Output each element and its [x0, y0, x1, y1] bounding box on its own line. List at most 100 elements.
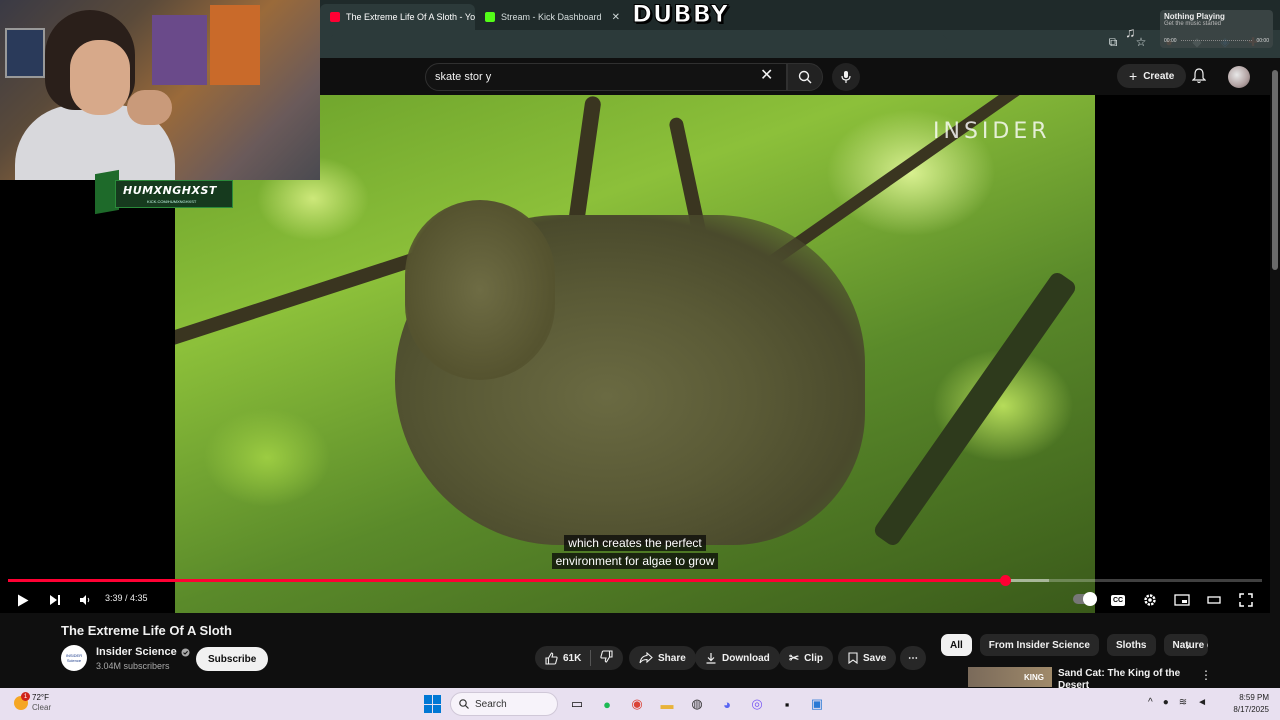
notifications-button[interactable]: [1191, 68, 1207, 89]
volume-icon: [80, 595, 90, 605]
chrome-icon[interactable]: ◉: [626, 693, 648, 715]
search-query: skate stor y: [435, 71, 492, 83]
caption-line-2: environment for algae to grow: [551, 553, 719, 569]
clock-time: 8:59 PM: [1239, 693, 1269, 702]
cast-icon[interactable]: ⧉: [1106, 35, 1120, 49]
taskbar-clock[interactable]: 8:59 PM 8/17/2025: [1225, 692, 1269, 716]
microphone-icon[interactable]: ●: [1163, 697, 1169, 708]
wifi-icon[interactable]: ≋: [1179, 697, 1187, 708]
scrollbar-thumb[interactable]: [1272, 70, 1278, 270]
now-playing-title: Nothing Playing: [1164, 12, 1225, 21]
wall-poster: [210, 5, 260, 85]
overlay-title: DUBBY: [631, 0, 730, 29]
next-button[interactable]: [44, 589, 66, 611]
dislike-button[interactable]: [600, 650, 613, 666]
discord-icon[interactable]: ◕: [716, 693, 738, 715]
scissors-icon: ✂: [789, 651, 800, 665]
play-button[interactable]: [12, 589, 34, 611]
bell-icon: [1191, 68, 1207, 84]
like-button[interactable]: 61K: [545, 651, 582, 665]
share-label: Share: [658, 652, 686, 664]
file-explorer-icon[interactable]: ▬: [656, 693, 678, 715]
page-scrollbar[interactable]: [1270, 58, 1280, 688]
volume-button[interactable]: [74, 589, 96, 611]
taskbar-search[interactable]: Search: [450, 692, 558, 716]
video-title: The Extreme Life Of A Sloth: [61, 623, 232, 638]
clip-button[interactable]: ✂ Clip: [779, 646, 833, 670]
close-icon[interactable]: ✕: [612, 12, 620, 23]
insider-watermark: INSIDER: [933, 119, 1051, 144]
streamer-hand: [127, 90, 172, 125]
plus-icon: +: [1129, 68, 1138, 84]
chip-sloths[interactable]: Sloths: [1106, 634, 1156, 656]
search-button[interactable]: [787, 63, 823, 91]
weather-widget[interactable]: 1 72°F Clear: [14, 692, 51, 713]
taskbar-apps: Search ▭ ● ◉ ▬ ◍ ◕ ◎ ▪ ▣: [424, 692, 828, 716]
account-avatar[interactable]: [1228, 66, 1250, 88]
gear-icon: [1144, 594, 1156, 606]
download-button[interactable]: Download: [695, 646, 780, 670]
chip-from-insider-science[interactable]: From Insider Science: [979, 634, 1099, 656]
recommendation-title[interactable]: Sand Cat: The King of the Desert: [1058, 668, 1188, 688]
create-button[interactable]: + Create: [1117, 64, 1187, 88]
save-button[interactable]: Save: [838, 646, 897, 670]
more-vertical-icon[interactable]: ⋮: [1200, 668, 1212, 682]
channel-avatar[interactable]: INSIDER Science: [61, 645, 87, 671]
weather-text: 72°F Clear: [32, 693, 51, 713]
now-playing-widget: ♫ Nothing Playing Get the music started …: [1125, 10, 1273, 48]
create-label: Create: [1143, 70, 1175, 82]
chevron-up-icon[interactable]: ^: [1148, 697, 1153, 708]
chip-all[interactable]: All: [941, 634, 972, 656]
tab-label: Stream - Kick Dashboard: [501, 12, 602, 22]
youtube-favicon-icon: [330, 12, 340, 22]
chevron-right-icon[interactable]: ›: [1186, 639, 1190, 653]
fullscreen-icon: [1239, 593, 1253, 607]
terminal-icon[interactable]: ▪: [776, 693, 798, 715]
tab-youtube[interactable]: The Extreme Life Of A Sloth - YouTube ✕: [320, 4, 475, 30]
more-horizontal-icon: ⋯: [908, 652, 918, 664]
photos-icon[interactable]: ▣: [806, 693, 828, 715]
miniplayer-button[interactable]: [1171, 589, 1193, 611]
settings-button[interactable]: [1139, 589, 1161, 611]
now-playing-start: 00:00: [1164, 38, 1177, 44]
subtitles-button[interactable]: CC: [1107, 589, 1129, 611]
obs-icon[interactable]: ◎: [746, 693, 768, 715]
windows-taskbar: 1 72°F Clear Search ▭ ● ◉ ▬ ◍ ◕ ◎ ▪ ▣ ^ …: [0, 688, 1280, 720]
windows-start-icon[interactable]: [424, 695, 442, 713]
save-label: Save: [863, 652, 887, 664]
streamer-figure: [15, 10, 175, 180]
search-input[interactable]: skate stor y: [425, 63, 787, 91]
progress-played: [8, 579, 1005, 582]
system-tray: ^ ● ≋ ◄: [1148, 697, 1207, 708]
streamer-name: HUMXNGHXST: [123, 184, 217, 197]
clear-search-icon[interactable]: ✕: [760, 67, 773, 85]
subscriber-count: 3.04M subscribers: [96, 661, 170, 671]
voice-search-button[interactable]: [832, 63, 860, 91]
recommendation-thumbnail[interactable]: KING: [968, 667, 1052, 687]
tab-label: The Extreme Life Of A Sloth - YouTube: [346, 12, 475, 22]
video-caption: which creates the perfect environment fo…: [175, 534, 1095, 570]
now-playing-progress: 00:00 00:00: [1164, 38, 1269, 44]
speaker-icon[interactable]: ◄: [1197, 697, 1207, 708]
search-icon: [798, 70, 812, 84]
now-playing-end: 00:00: [1256, 38, 1269, 44]
download-icon: [706, 653, 716, 664]
theater-mode-button[interactable]: [1203, 589, 1225, 611]
app-icon[interactable]: ◍: [686, 693, 708, 715]
channel-name-link[interactable]: Insider Science: [96, 646, 190, 658]
more-actions-button[interactable]: ⋯: [900, 646, 926, 670]
like-count: 61K: [563, 652, 582, 664]
share-button[interactable]: Share: [629, 646, 696, 670]
progress-bar[interactable]: [8, 575, 1262, 586]
autoplay-toggle[interactable]: [1073, 592, 1097, 606]
spotify-icon[interactable]: ●: [596, 693, 618, 715]
address-bar[interactable]: [328, 34, 948, 54]
subscribe-button[interactable]: Subscribe: [196, 647, 269, 671]
download-label: Download: [722, 652, 770, 664]
tab-kick-dashboard[interactable]: Stream - Kick Dashboard ✕: [475, 4, 630, 30]
music-note-icon: ♫: [1125, 24, 1136, 40]
task-view-icon[interactable]: ▭: [566, 693, 588, 715]
youtube-header: skate stor y ✕ + Create: [320, 58, 1280, 95]
fullscreen-button[interactable]: [1235, 589, 1257, 611]
save-playlist-icon: [848, 652, 858, 664]
